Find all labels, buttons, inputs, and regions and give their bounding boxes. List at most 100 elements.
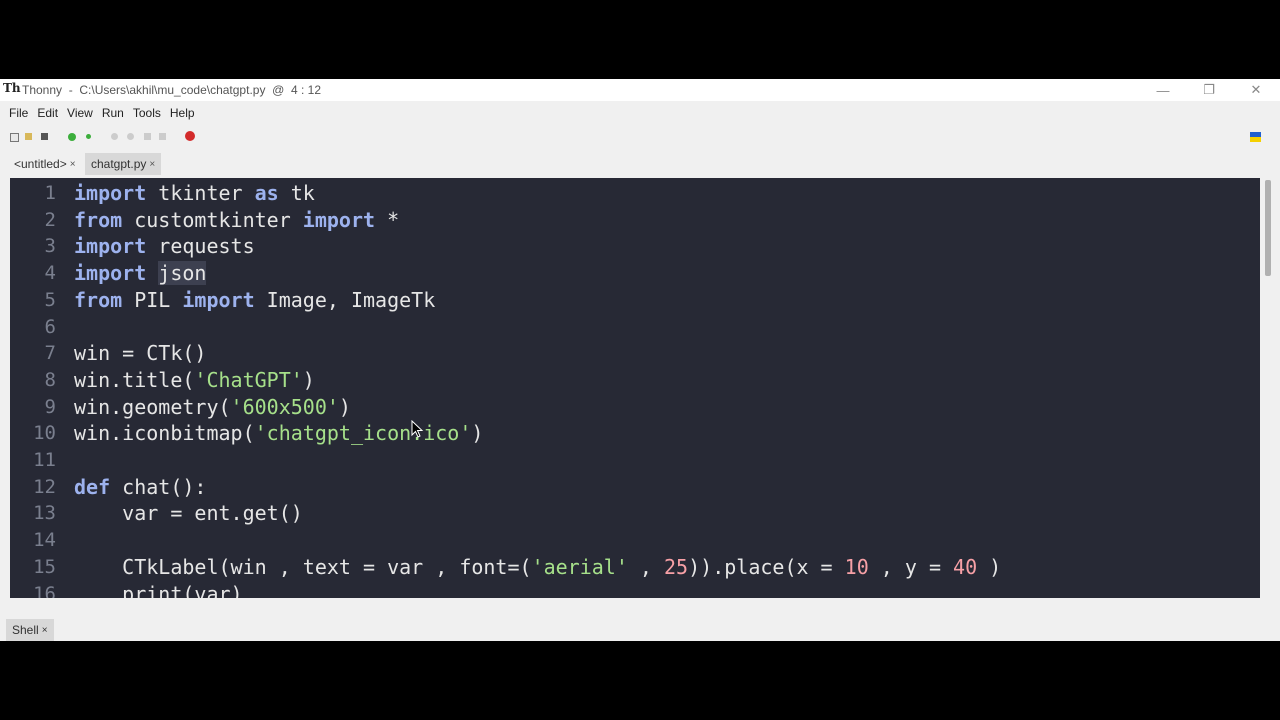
close-icon: ✕ [1250,82,1262,97]
code-token: print(var) [74,581,243,599]
menu-bar: File Edit View Run Tools Help [0,101,1280,125]
string-token: 'ChatGPT' [194,367,303,392]
code-line[interactable]: var = ent.get() [74,500,303,527]
number-token: 10 [844,554,869,579]
ukraine-flag-icon [1250,132,1261,142]
app-name: Thonny [22,83,63,97]
line-number-gutter: 1 2 3 4 5 6 7 8 9 10 11 12 13 14 15 16 [10,178,62,598]
restore-button[interactable]: ❐ [1186,79,1232,101]
code-token: tkinter [146,181,255,205]
title-bar: Th Thonny - C:\Users\akhil\mu_code\chatg… [0,79,1280,101]
code-token: ) [977,554,1002,579]
tab-label: Shell [12,623,39,637]
editor-tabs: <untitled> × chatgpt.py × [0,153,1280,175]
step-out-icon[interactable] [144,133,151,140]
keyword-token: import [74,234,147,259]
code-line[interactable]: print(var) [74,581,243,599]
stop-icon[interactable] [185,131,195,141]
code-token: win = CTk() [74,341,207,366]
open-file-icon[interactable] [25,133,32,140]
code-token: )).place(x = [688,554,845,579]
resume-icon[interactable] [159,133,166,140]
code-area[interactable]: import tkinter as tk from customtkinter i… [74,178,1260,598]
code-line[interactable]: import tkinter as tk [74,180,315,207]
keyword-token: as [254,181,279,205]
code-line[interactable]: from PIL import Image, ImageTk [74,287,435,314]
number-token: 40 [953,554,978,579]
code-token: win.title( [74,367,195,392]
tab-label: <untitled> [14,157,67,171]
line-number: 1 [44,182,56,204]
tab-shell[interactable]: Shell × [6,619,54,641]
code-line[interactable]: win = CTk() [74,340,206,367]
code-line[interactable]: from customtkinter import * [74,207,399,234]
code-line[interactable]: import requests [74,233,255,260]
line-number: 15 [33,555,56,578]
keyword-token: def [74,474,111,499]
line-number: 10 [33,422,56,445]
thonny-window: Th Thonny - C:\Users\akhil\mu_code\chatg… [0,79,1280,641]
code-token: ) [338,394,351,419]
code-token: chat(): [110,474,207,499]
line-number: 7 [44,342,56,365]
step-over-icon[interactable] [111,133,118,140]
toolbar [0,125,1280,149]
menu-edit[interactable]: Edit [37,106,58,120]
minimize-button[interactable]: — [1140,79,1186,101]
highlighted-token: json [158,261,207,286]
scrollbar-thumb[interactable] [1265,180,1271,276]
code-token: Image, ImageTk [254,287,436,312]
code-token: CTkLabel(win , text = var , font=( [74,554,532,579]
menu-tools[interactable]: Tools [133,106,161,120]
code-line[interactable]: CTkLabel(win , text = var , font=('aeria… [74,554,1001,581]
code-line[interactable]: win.title('ChatGPT') [74,367,315,394]
file-path: - C:\Users\akhil\mu_code\chatgpt.py @ 4 … [62,83,321,97]
line-number: 9 [44,395,56,418]
tab-label: chatgpt.py [91,157,147,171]
string-token: 'chatgpt_icon.ico' [254,421,472,446]
code-token: , y = [868,554,954,579]
new-file-icon[interactable] [10,133,19,142]
menu-run[interactable]: Run [102,106,124,120]
keyword-token: import [182,287,255,312]
step-into-icon[interactable] [127,133,134,140]
menu-help[interactable]: Help [170,106,195,120]
run-icon[interactable] [68,133,76,141]
code-token: ) [471,421,484,446]
code-token: PIL [122,287,183,312]
line-number: 4 [44,262,56,285]
keyword-token: from [74,287,123,312]
code-token: ) [302,367,315,392]
tab-close-icon[interactable]: × [70,159,76,170]
menu-file[interactable]: File [9,106,28,120]
tab-close-icon[interactable]: × [42,625,48,636]
menu-view[interactable]: View [67,106,93,120]
tab-close-icon[interactable]: × [149,159,155,170]
close-window-button[interactable]: ✕ [1233,79,1279,101]
code-token: * [375,207,400,232]
string-token: '600x500' [230,394,339,419]
code-token: var = ent.get() [74,501,303,526]
line-number: 12 [33,475,56,498]
restore-icon: ❐ [1203,82,1215,97]
code-editor[interactable]: 1 2 3 4 5 6 7 8 9 10 11 12 13 14 15 16 import tkinter a… [10,178,1260,598]
line-number: 3 [44,235,56,258]
tab-chatgpt-py[interactable]: chatgpt.py × [85,153,162,175]
code-token: win.geometry( [74,394,231,419]
code-line[interactable]: def chat(): [74,474,206,501]
thonny-logo-icon: Th [3,81,21,95]
save-file-icon[interactable] [41,133,48,140]
code-line[interactable]: win.geometry('600x500') [74,394,351,421]
minimize-icon: — [1156,82,1170,98]
debug-icon[interactable] [86,134,91,139]
mouse-cursor-icon [411,420,424,438]
line-number: 6 [44,315,56,338]
editor-scrollbar[interactable] [1262,178,1274,598]
tab-untitled[interactable]: <untitled> × [8,153,82,175]
code-token: requests [146,234,255,259]
keyword-token: import [74,261,147,286]
code-line[interactable]: import json [74,260,207,287]
line-number: 11 [33,449,56,471]
line-number: 5 [44,288,56,311]
